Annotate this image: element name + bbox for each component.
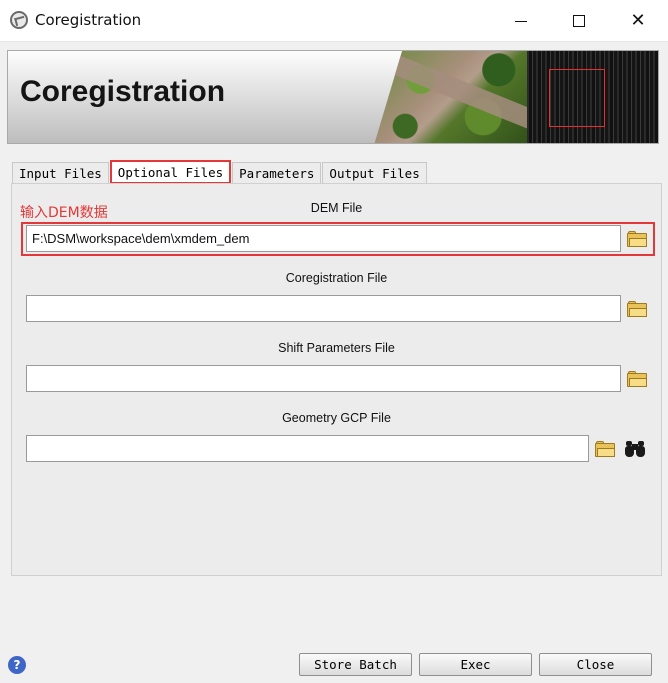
- geometry-gcp-file-input[interactable]: [26, 435, 589, 462]
- folder-icon: [627, 371, 647, 387]
- app-logo-icon: [10, 11, 28, 29]
- store-batch-button[interactable]: Store Batch: [299, 653, 412, 676]
- binoculars-icon: [624, 441, 646, 457]
- maximize-icon: [573, 15, 585, 27]
- shift-parameters-file-input[interactable]: [26, 365, 621, 392]
- dem-highlight-box: [21, 222, 655, 256]
- geometry-gcp-browse-button[interactable]: [592, 436, 618, 462]
- folder-icon: [627, 301, 647, 317]
- close-icon: ✕: [630, 10, 646, 31]
- close-window-button[interactable]: ✕: [609, 0, 667, 42]
- folder-icon: [595, 441, 615, 457]
- shift-parameters-file-label: Shift Parameters File: [278, 341, 395, 355]
- tab-optional-files[interactable]: Optional Files: [109, 160, 232, 184]
- maximize-button[interactable]: [550, 0, 608, 42]
- geometry-gcp-file-label: Geometry GCP File: [282, 411, 391, 425]
- folder-icon: [627, 231, 647, 247]
- coregistration-file-input[interactable]: [26, 295, 621, 322]
- dem-browse-button[interactable]: [624, 226, 650, 252]
- minimize-button[interactable]: [492, 0, 550, 42]
- shift-parameters-browse-button[interactable]: [624, 366, 650, 392]
- exec-button[interactable]: Exec: [419, 653, 532, 676]
- geometry-gcp-search-button[interactable]: [622, 436, 648, 462]
- window-title: Coregistration: [35, 11, 142, 29]
- tab-bar: Input Files Optional Files Parameters Ou…: [12, 160, 428, 184]
- banner-aerial-image: [374, 51, 530, 143]
- coregistration-file-label: Coregistration File: [285, 271, 388, 285]
- minimize-icon: [515, 20, 527, 22]
- tab-input-files[interactable]: Input Files: [12, 162, 109, 184]
- help-icon[interactable]: ?: [8, 656, 26, 674]
- dem-file-label: DEM File: [310, 201, 363, 215]
- tab-parameters[interactable]: Parameters: [232, 162, 322, 184]
- banner-radar-image: [527, 51, 658, 143]
- close-button[interactable]: Close: [539, 653, 652, 676]
- coregistration-browse-button[interactable]: [624, 296, 650, 322]
- tab-output-files[interactable]: Output Files: [322, 162, 427, 184]
- banner-title: Coregistration: [20, 75, 226, 108]
- title-bar: Coregistration ✕: [0, 0, 668, 42]
- banner: Coregistration: [7, 50, 659, 144]
- radar-selection-box: [549, 69, 605, 127]
